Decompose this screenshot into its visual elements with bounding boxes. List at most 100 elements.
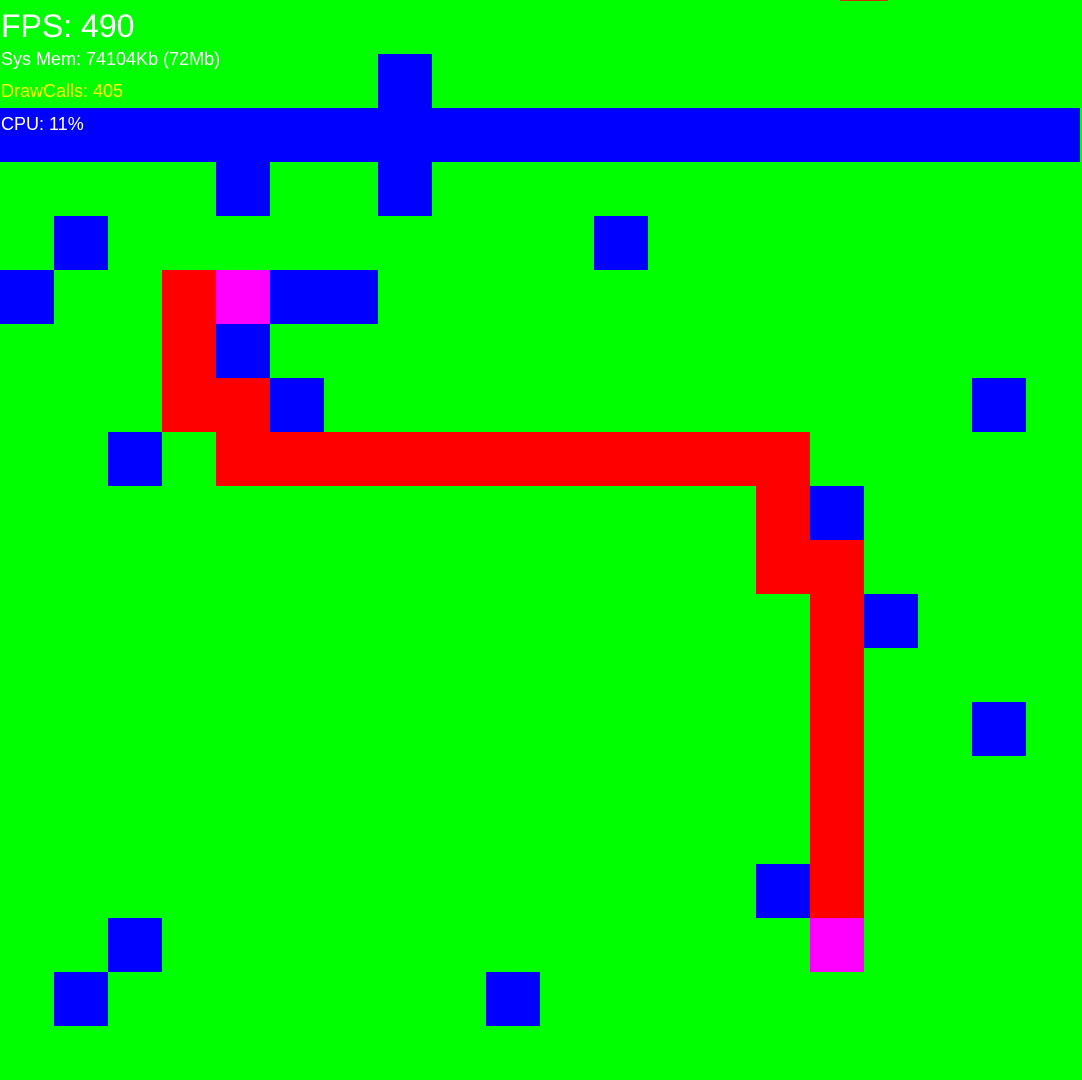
open-cell[interactable] (216, 594, 270, 648)
wall-cell[interactable] (540, 108, 594, 162)
open-cell[interactable] (594, 756, 648, 810)
open-cell[interactable] (432, 1026, 486, 1080)
open-cell[interactable] (486, 162, 540, 216)
path-cell[interactable] (162, 324, 216, 378)
open-cell[interactable] (324, 864, 378, 918)
path-cell[interactable] (810, 756, 864, 810)
open-cell[interactable] (540, 1026, 594, 1080)
grid-board[interactable] (0, 0, 1080, 1080)
open-cell[interactable] (702, 378, 756, 432)
open-cell[interactable] (648, 162, 702, 216)
open-cell[interactable] (54, 810, 108, 864)
path-cell[interactable] (756, 540, 810, 594)
open-cell[interactable] (702, 270, 756, 324)
path-cell[interactable] (594, 432, 648, 486)
open-cell[interactable] (972, 270, 1026, 324)
open-cell[interactable] (1026, 270, 1080, 324)
open-cell[interactable] (432, 162, 486, 216)
open-cell[interactable] (432, 378, 486, 432)
open-cell[interactable] (756, 810, 810, 864)
open-cell[interactable] (648, 540, 702, 594)
open-cell[interactable] (810, 0, 864, 54)
open-cell[interactable] (270, 1026, 324, 1080)
open-cell[interactable] (378, 378, 432, 432)
path-cell[interactable] (324, 432, 378, 486)
open-cell[interactable] (0, 648, 54, 702)
wall-cell[interactable] (972, 702, 1026, 756)
open-cell[interactable] (594, 324, 648, 378)
open-cell[interactable] (702, 756, 756, 810)
open-cell[interactable] (486, 1026, 540, 1080)
open-cell[interactable] (0, 432, 54, 486)
open-cell[interactable] (54, 378, 108, 432)
open-cell[interactable] (756, 324, 810, 378)
open-cell[interactable] (756, 162, 810, 216)
wall-cell[interactable] (432, 108, 486, 162)
open-cell[interactable] (270, 216, 324, 270)
open-cell[interactable] (864, 810, 918, 864)
open-cell[interactable] (594, 594, 648, 648)
wall-cell[interactable] (108, 432, 162, 486)
open-cell[interactable] (540, 378, 594, 432)
open-cell[interactable] (54, 162, 108, 216)
open-cell[interactable] (0, 486, 54, 540)
open-cell[interactable] (702, 324, 756, 378)
open-cell[interactable] (972, 1026, 1026, 1080)
open-cell[interactable] (270, 540, 324, 594)
open-cell[interactable] (324, 216, 378, 270)
open-cell[interactable] (378, 648, 432, 702)
open-cell[interactable] (864, 648, 918, 702)
open-cell[interactable] (702, 594, 756, 648)
wall-cell[interactable] (216, 162, 270, 216)
wall-cell[interactable] (324, 270, 378, 324)
open-cell[interactable] (0, 378, 54, 432)
open-cell[interactable] (54, 864, 108, 918)
open-cell[interactable] (594, 864, 648, 918)
open-cell[interactable] (648, 918, 702, 972)
open-cell[interactable] (864, 486, 918, 540)
wall-cell[interactable] (594, 216, 648, 270)
open-cell[interactable] (918, 540, 972, 594)
open-cell[interactable] (162, 486, 216, 540)
open-cell[interactable] (432, 540, 486, 594)
open-cell[interactable] (486, 918, 540, 972)
open-cell[interactable] (648, 486, 702, 540)
open-cell[interactable] (324, 810, 378, 864)
open-cell[interactable] (1026, 432, 1080, 486)
open-cell[interactable] (918, 0, 972, 54)
open-cell[interactable] (162, 972, 216, 1026)
open-cell[interactable] (270, 594, 324, 648)
open-cell[interactable] (216, 540, 270, 594)
open-cell[interactable] (864, 0, 918, 54)
open-cell[interactable] (648, 810, 702, 864)
open-cell[interactable] (0, 162, 54, 216)
open-cell[interactable] (648, 324, 702, 378)
open-cell[interactable] (324, 378, 378, 432)
open-cell[interactable] (972, 648, 1026, 702)
wall-cell[interactable] (972, 378, 1026, 432)
open-cell[interactable] (756, 972, 810, 1026)
open-cell[interactable] (918, 216, 972, 270)
open-cell[interactable] (432, 216, 486, 270)
open-cell[interactable] (162, 432, 216, 486)
open-cell[interactable] (0, 918, 54, 972)
open-cell[interactable] (486, 702, 540, 756)
open-cell[interactable] (108, 486, 162, 540)
open-cell[interactable] (108, 972, 162, 1026)
open-cell[interactable] (0, 702, 54, 756)
open-cell[interactable] (270, 486, 324, 540)
open-cell[interactable] (918, 1026, 972, 1080)
open-cell[interactable] (54, 324, 108, 378)
open-cell[interactable] (54, 918, 108, 972)
open-cell[interactable] (918, 324, 972, 378)
open-cell[interactable] (702, 810, 756, 864)
open-cell[interactable] (216, 864, 270, 918)
open-cell[interactable] (432, 810, 486, 864)
open-cell[interactable] (702, 864, 756, 918)
wall-cell[interactable] (756, 108, 810, 162)
open-cell[interactable] (702, 162, 756, 216)
open-cell[interactable] (918, 270, 972, 324)
open-cell[interactable] (0, 540, 54, 594)
open-cell[interactable] (486, 0, 540, 54)
open-cell[interactable] (756, 918, 810, 972)
